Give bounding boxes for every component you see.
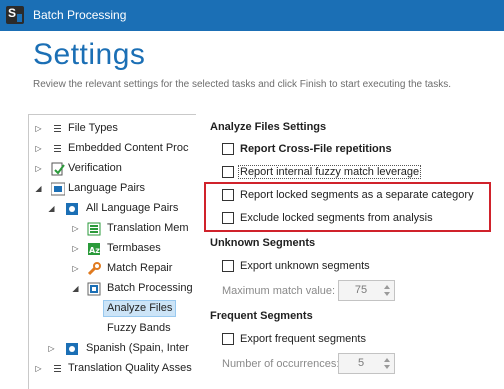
translation-memory-icon	[87, 222, 101, 236]
svg-text:Az: Az	[89, 246, 100, 255]
settings-list-icon	[51, 143, 64, 154]
report-locked-checkbox[interactable]	[222, 189, 234, 201]
expand-arrow-icon[interactable]: ▷	[34, 164, 43, 173]
title-bar: S Batch Processing	[0, 0, 504, 31]
batch-processing-icon	[87, 282, 101, 296]
collapse-arrow-icon[interactable]: ◢	[34, 184, 43, 193]
tree-item-match-repair[interactable]: ▷ Match Repair	[29, 259, 196, 279]
analyze-settings-heading: Analyze Files Settings	[210, 121, 327, 133]
unknown-segments-heading: Unknown Segments	[210, 237, 316, 249]
settings-list-icon	[51, 123, 64, 134]
frequent-segments-heading: Frequent Segments	[210, 310, 313, 322]
language-pairs-icon	[50, 182, 66, 196]
tree-item-fuzzy-bands[interactable]: Fuzzy Bands	[29, 319, 196, 339]
app-logo-icon: S	[6, 6, 24, 24]
expand-arrow-icon[interactable]: ▷	[34, 124, 43, 133]
termbase-icon: Az	[87, 242, 101, 256]
tree-item-batch-processing[interactable]: ◢ Batch Processing	[29, 279, 196, 299]
max-match-label: Maximum match value:	[222, 285, 336, 297]
tree-item-all-language-pairs[interactable]: ◢ All Language Pairs	[29, 199, 196, 219]
verification-check-icon	[51, 162, 65, 176]
max-match-spinner[interactable]: 75	[338, 280, 395, 301]
window-title: Batch Processing	[33, 8, 127, 22]
expand-arrow-icon[interactable]: ▷	[34, 364, 43, 373]
expand-arrow-icon[interactable]: ▷	[71, 264, 80, 273]
report-cross-file-checkbox[interactable]	[222, 143, 234, 155]
occurrences-label: Number of occurrences:	[222, 358, 340, 370]
expand-arrow-icon[interactable]: ▷	[71, 224, 80, 233]
report-internal-fuzzy-checkbox[interactable]	[222, 166, 234, 178]
tree-item-translation-quality[interactable]: ▷ Translation Quality Asses	[29, 359, 196, 379]
spinner-up-icon[interactable]	[384, 285, 390, 289]
page-subtitle: Review the relevant settings for the sel…	[33, 79, 451, 90]
tree-item-analyze-files[interactable]: Analyze Files	[29, 299, 196, 319]
export-unknown-label[interactable]: Export unknown segments	[240, 260, 370, 272]
spinner-down-icon[interactable]	[384, 292, 390, 296]
report-cross-file-label[interactable]: Report Cross-File repetitions	[240, 143, 392, 155]
expand-arrow-icon[interactable]: ▷	[71, 244, 80, 253]
language-pair-icon	[65, 202, 79, 216]
export-frequent-label[interactable]: Export frequent segments	[240, 333, 366, 345]
tree-item-file-types[interactable]: ▷ File Types	[29, 119, 196, 139]
tree-item-verification[interactable]: ▷ Verification	[29, 159, 196, 179]
occurrences-spinner[interactable]: 5	[338, 353, 395, 374]
tree-item-termbases[interactable]: ▷ Az Termbases	[29, 239, 196, 259]
exclude-locked-checkbox[interactable]	[222, 212, 234, 224]
language-pair-icon	[65, 342, 79, 356]
export-frequent-checkbox[interactable]	[222, 333, 234, 345]
settings-tree[interactable]: ▷ File Types ▷ Embedded Content Proc ▷ V…	[28, 114, 196, 389]
export-unknown-checkbox[interactable]	[222, 260, 234, 272]
collapse-arrow-icon[interactable]: ◢	[71, 284, 80, 293]
wrench-icon	[87, 262, 101, 276]
report-locked-label[interactable]: Report locked segments as a separate cat…	[240, 189, 474, 201]
page-title: Settings	[33, 38, 146, 71]
tree-item-embedded-content[interactable]: ▷ Embedded Content Proc	[29, 139, 196, 159]
exclude-locked-label[interactable]: Exclude locked segments from analysis	[240, 212, 433, 224]
report-internal-fuzzy-label[interactable]: Report internal fuzzy match leverage	[238, 165, 422, 179]
spinner-down-icon[interactable]	[384, 365, 390, 369]
collapse-arrow-icon[interactable]: ◢	[47, 204, 56, 213]
tree-item-language-pairs[interactable]: ◢ Language Pairs	[29, 179, 196, 199]
spinner-up-icon[interactable]	[384, 358, 390, 362]
tree-item-translation-memory[interactable]: ▷ Translation Mem	[29, 219, 196, 239]
expand-arrow-icon[interactable]: ▷	[34, 144, 43, 153]
tree-item-spanish[interactable]: ▷ Spanish (Spain, Inter	[29, 339, 196, 359]
settings-list-icon	[51, 363, 64, 374]
expand-arrow-icon[interactable]: ▷	[47, 344, 56, 353]
